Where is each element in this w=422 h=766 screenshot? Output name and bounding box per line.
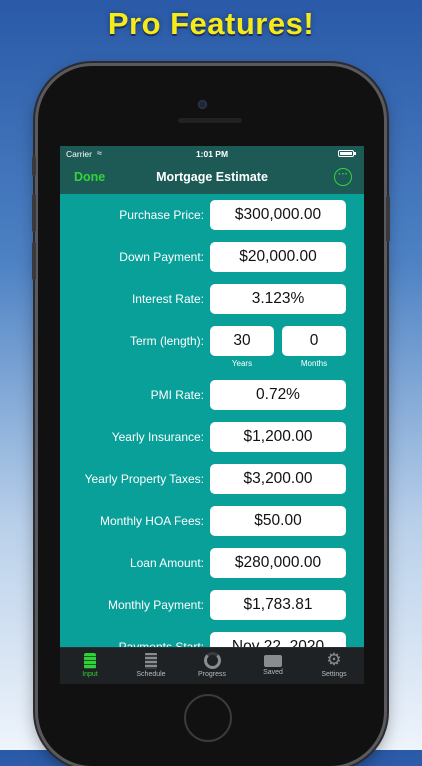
interest-rate-row: Interest Rate: 3.123% (60, 284, 364, 314)
gear-icon: ⚙ (326, 650, 342, 669)
folder-icon (264, 655, 282, 667)
volume-up-button (32, 194, 36, 232)
tab-bar: Input Schedule Progress Saved ⚙ Settings (60, 647, 364, 684)
interest-rate-label: Interest Rate: (131, 292, 204, 306)
term-months-label: Months (300, 359, 328, 368)
tab-input[interactable]: Input (60, 648, 120, 684)
status-time: 1:01 PM (195, 149, 229, 159)
pmi-rate-label: PMI Rate: (150, 388, 204, 402)
purchase-price-input[interactable]: $300,000.00 (210, 200, 346, 230)
more-options-icon[interactable]: ··· (334, 168, 352, 186)
front-camera (198, 100, 207, 109)
interest-rate-input[interactable]: 3.123% (210, 284, 346, 314)
term-years-input[interactable]: 30 (210, 326, 274, 356)
calculator-icon (84, 653, 96, 669)
loan-amount-row: Loan Amount: $280,000.00 (60, 548, 364, 578)
tab-saved-label: Saved (263, 669, 283, 676)
yearly-insurance-input[interactable]: $1,200.00 (210, 422, 346, 452)
progress-icon (203, 652, 221, 669)
down-payment-label: Down Payment: (119, 250, 204, 264)
status-bar: Carrier ≈ 1:01 PM (60, 146, 364, 162)
monthly-hoa-fees-label: Monthly HOA Fees: (99, 514, 204, 528)
pmi-rate-input[interactable]: 0.72% (210, 380, 346, 410)
tab-settings[interactable]: ⚙ Settings (304, 648, 364, 684)
pmi-rate-row: PMI Rate: 0.72% (60, 380, 364, 410)
tab-settings-label: Settings (321, 671, 347, 678)
home-button (184, 694, 232, 742)
tab-progress[interactable]: Progress (182, 648, 242, 684)
app-screen: Carrier ≈ 1:01 PM Done Mortgage Estimate… (60, 146, 364, 684)
battery-tip (354, 152, 356, 155)
promo-headline: Pro Features! (107, 6, 315, 41)
term-label: Term (length): (129, 334, 204, 348)
tab-saved[interactable]: Saved (243, 648, 303, 684)
yearly-property-taxes-label: Yearly Property Taxes: (84, 472, 204, 486)
volume-down-button (32, 242, 36, 280)
tab-input-label: Input (82, 671, 98, 678)
down-payment-row: Down Payment: $20,000.00 (60, 242, 364, 272)
monthly-hoa-fees-input[interactable]: $50.00 (210, 506, 346, 536)
yearly-property-taxes-row: Yearly Property Taxes: $3,200.00 (60, 464, 364, 494)
tab-schedule[interactable]: Schedule (121, 648, 181, 684)
page-title: Mortgage Estimate (156, 170, 268, 184)
purchase-price-label: Purchase Price: (119, 208, 204, 222)
yearly-property-taxes-input[interactable]: $3,200.00 (210, 464, 346, 494)
yearly-insurance-label: Yearly Insurance: (111, 430, 204, 444)
tab-schedule-label: Schedule (136, 671, 166, 678)
navigation-bar: Done Mortgage Estimate ··· (60, 162, 364, 194)
monthly-hoa-fees-row: Monthly HOA Fees: $50.00 (60, 506, 364, 536)
monthly-payment-row: Monthly Payment: $1,783.81 (60, 590, 364, 620)
term-months-input[interactable]: 0 (282, 326, 346, 356)
term-years-label: Years (231, 359, 253, 368)
earpiece-speaker (178, 118, 242, 123)
loan-amount-value: $280,000.00 (210, 548, 346, 578)
power-button (386, 196, 390, 242)
phone-frame: Carrier ≈ 1:01 PM Done Mortgage Estimate… (32, 66, 390, 766)
term-row: Term (length): 30 0 Years Months (60, 326, 364, 368)
tab-progress-label: Progress (197, 671, 226, 678)
yearly-insurance-row: Yearly Insurance: $1,200.00 (60, 422, 364, 452)
loan-amount-label: Loan Amount: (129, 556, 204, 570)
monthly-payment-label: Monthly Payment: (107, 598, 204, 612)
monthly-payment-value: $1,783.81 (210, 590, 346, 620)
mute-switch (32, 156, 36, 176)
schedule-icon (145, 653, 157, 669)
down-payment-input[interactable]: $20,000.00 (210, 242, 346, 272)
battery-icon (338, 150, 354, 157)
purchase-price-row: Purchase Price: $300,000.00 (60, 200, 364, 230)
